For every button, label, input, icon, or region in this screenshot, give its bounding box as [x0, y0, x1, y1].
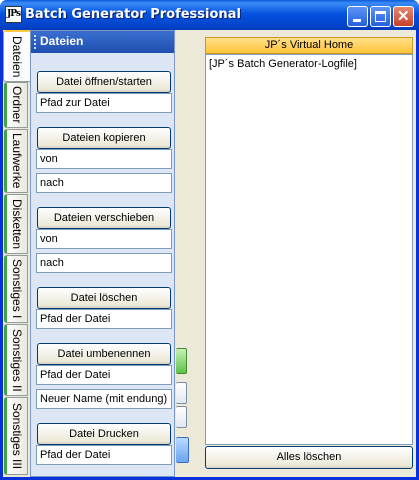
open-file-button[interactable]: Datei öffnen/starten — [37, 71, 171, 93]
copy-from-field[interactable]: von — [36, 149, 172, 169]
copy-files-button[interactable]: Dateien kopieren — [37, 127, 171, 149]
move-from-field[interactable]: von — [36, 229, 172, 249]
side-strip-button-1[interactable] — [176, 382, 187, 404]
minimize-button[interactable] — [347, 6, 368, 27]
tab-dateien[interactable]: Dateien — [3, 30, 30, 82]
tab-label: Ordner — [10, 86, 24, 124]
app-icon[interactable]: JPs — [5, 6, 22, 23]
print-file-button[interactable]: Datei Drucken — [37, 423, 171, 445]
log-textarea[interactable]: [JP´s Batch Generator-Logfile] — [205, 54, 413, 445]
open-path-field[interactable]: Pfad zur Datei — [36, 93, 172, 113]
side-strip-blue[interactable] — [176, 437, 189, 463]
files-panel: Dateien Datei öffnen/starten Pfad zur Da… — [30, 30, 175, 477]
move-files-button[interactable]: Dateien verschieben — [37, 207, 171, 229]
tab-label: Disketten — [10, 198, 24, 250]
delete-file-button[interactable]: Datei löschen — [37, 287, 171, 309]
tab-laufwerke[interactable]: Laufwerke — [4, 129, 28, 193]
tab-ordner[interactable]: Ordner — [4, 82, 28, 128]
delete-path-field[interactable]: Pfad der Datei — [36, 309, 172, 329]
close-button[interactable]: ✕ — [393, 6, 414, 27]
panel-header: Dateien — [31, 31, 174, 53]
tab-label: Sonstiges I — [10, 259, 24, 319]
minimize-icon — [353, 19, 361, 22]
tab-sonstiges-1[interactable]: Sonstiges I — [4, 255, 28, 323]
maximize-button[interactable] — [370, 6, 391, 27]
tab-label: Sonstiges III — [10, 402, 24, 470]
close-icon: ✕ — [397, 8, 410, 25]
log-header: JP´s Virtual Home — [205, 37, 413, 54]
copy-to-field[interactable]: nach — [36, 173, 172, 193]
tab-sonstiges-3[interactable]: Sonstiges III — [4, 397, 28, 475]
rename-file-button[interactable]: Datei umbenennen — [37, 343, 171, 365]
side-strip-button-2[interactable] — [176, 406, 187, 428]
rename-path-field[interactable]: Pfad der Datei — [36, 365, 172, 385]
panel-title: Dateien — [40, 34, 84, 48]
clear-all-button[interactable]: Alles löschen — [205, 446, 413, 469]
vertical-tab-strip: Dateien Ordner Laufwerke Disketten Sonst… — [3, 30, 30, 477]
client-area: Dateien Ordner Laufwerke Disketten Sonst… — [3, 30, 416, 477]
log-line: [JP´s Batch Generator-Logfile] — [209, 58, 357, 70]
move-to-field[interactable]: nach — [36, 253, 172, 273]
title-bar[interactable]: JPs Batch Generator Professional ✕ — [0, 0, 419, 30]
tab-label: Sonstiges II — [10, 328, 24, 392]
rename-newname-field[interactable]: Neuer Name (mit endung) — [36, 389, 172, 409]
side-strip-green[interactable] — [176, 348, 187, 374]
tab-disketten[interactable]: Disketten — [4, 194, 28, 254]
print-path-field[interactable]: Pfad der Datei — [36, 445, 172, 465]
maximize-icon — [375, 11, 386, 22]
tab-label: Laufwerke — [10, 133, 24, 189]
tab-sonstiges-2[interactable]: Sonstiges II — [4, 324, 28, 396]
tab-label: Dateien — [10, 35, 24, 78]
app-window: JPs Batch Generator Professional ✕ Datei… — [0, 0, 419, 480]
grip-icon — [34, 35, 37, 49]
window-title: Batch Generator Professional — [25, 7, 241, 22]
